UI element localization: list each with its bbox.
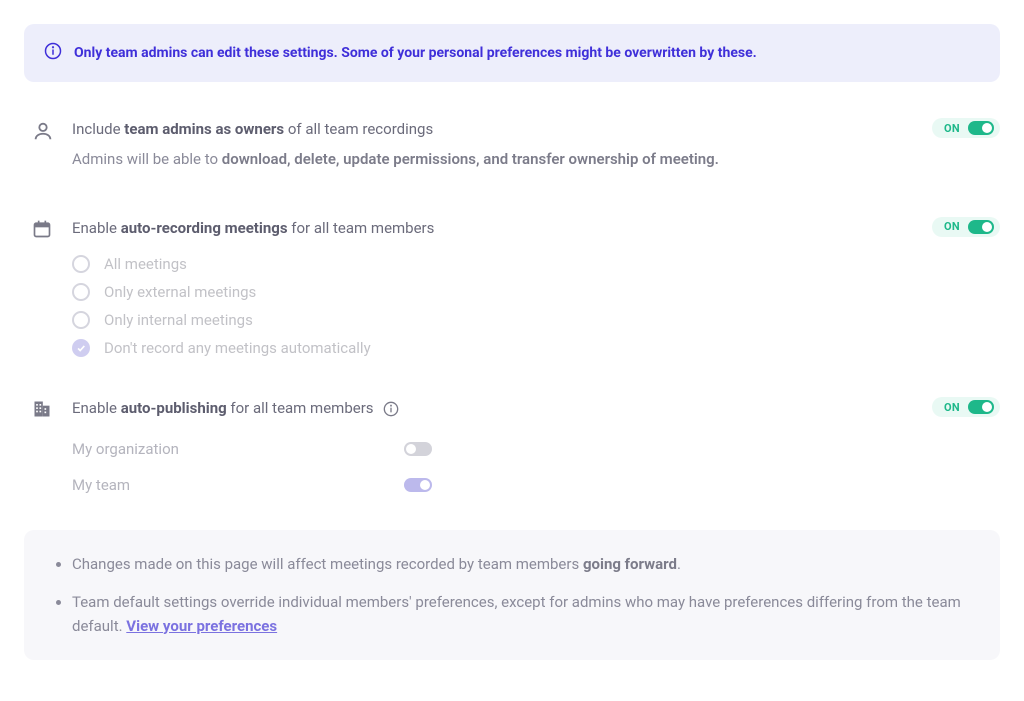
- building-icon: [24, 397, 72, 423]
- setting-title: Include team admins as owners of all tea…: [72, 118, 932, 141]
- sub-toggle-organization: My organization: [72, 440, 432, 458]
- radio-all-meetings[interactable]: All meetings: [72, 255, 1000, 273]
- info-icon[interactable]: [383, 401, 399, 417]
- radio-internal-meetings[interactable]: Only internal meetings: [72, 311, 1000, 329]
- setting-title: Enable auto-publishing for all team memb…: [72, 397, 932, 420]
- setting-auto-recording: Enable auto-recording meetings for all t…: [24, 217, 1000, 246]
- info-banner: Only team admins can edit these settings…: [24, 24, 1000, 82]
- radio-unchecked-icon: [72, 283, 90, 301]
- auto-recording-options: All meetings Only external meetings Only…: [24, 255, 1000, 357]
- radio-unchecked-icon: [72, 311, 90, 329]
- sub-toggle-team: My team: [72, 476, 432, 494]
- toggle-label: ON: [944, 220, 960, 233]
- footer-note-1: Changes made on this page will affect me…: [72, 552, 972, 576]
- person-icon: [24, 118, 72, 146]
- setting-title: Enable auto-recording meetings for all t…: [72, 217, 932, 240]
- toggle-label: ON: [944, 401, 960, 414]
- toggle-switch-icon: [968, 220, 994, 234]
- toggle-auto-publishing[interactable]: ON: [932, 397, 1000, 417]
- footer-notes: Changes made on this page will affect me…: [24, 530, 1000, 660]
- radio-checked-icon: [72, 339, 90, 357]
- view-preferences-link[interactable]: View your preferences: [126, 617, 277, 635]
- toggle-my-team[interactable]: [404, 478, 432, 492]
- radio-dont-record[interactable]: Don't record any meetings automatically: [72, 339, 1000, 357]
- toggle-admins-owners[interactable]: ON: [932, 118, 1000, 138]
- auto-publishing-sub-options: My organization My team: [24, 440, 1000, 494]
- footer-note-2: Team default settings override individua…: [72, 590, 972, 638]
- toggle-auto-recording[interactable]: ON: [932, 217, 1000, 237]
- toggle-switch-icon: [968, 121, 994, 135]
- radio-unchecked-icon: [72, 255, 90, 273]
- info-icon: [44, 42, 62, 64]
- radio-external-meetings[interactable]: Only external meetings: [72, 283, 1000, 301]
- toggle-my-organization[interactable]: [404, 442, 432, 456]
- setting-team-admins-owners: Include team admins as owners of all tea…: [24, 118, 1000, 189]
- info-banner-text: Only team admins can edit these settings…: [74, 45, 757, 61]
- setting-subtitle: Admins will be able to download, delete,…: [72, 147, 932, 171]
- setting-auto-publishing: Enable auto-publishing for all team memb…: [24, 397, 1000, 426]
- toggle-label: ON: [944, 122, 960, 135]
- calendar-icon: [24, 217, 72, 243]
- toggle-switch-icon: [968, 400, 994, 414]
